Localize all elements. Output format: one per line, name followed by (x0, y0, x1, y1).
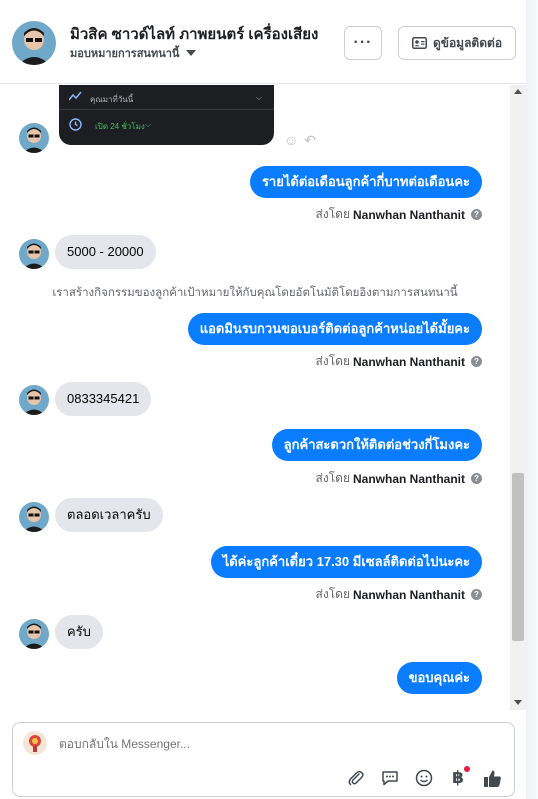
composer-area: ฿ (0, 710, 526, 799)
thread-scrollbar[interactable] (510, 85, 526, 710)
chevron-down-icon: ⌵ (255, 93, 262, 102)
emoji-icon[interactable] (414, 768, 434, 788)
info-icon[interactable]: ? (471, 356, 482, 367)
incoming-message[interactable]: 0833345421 (55, 382, 152, 416)
sender-avatar (19, 502, 49, 532)
outgoing-message[interactable]: แอดมินรบกวนขอเบอร์ติดต่อลูกค้าหน่อยได้มั… (187, 313, 482, 345)
clock-icon (69, 118, 82, 131)
outgoing-message[interactable]: รายได้ต่อเดือนลูกค้ากี่บาทต่อเดือนคะ (249, 166, 482, 198)
thumbs-up-icon[interactable] (482, 768, 502, 788)
view-contact-label: ดูข้อมูลติดต่อ (432, 35, 503, 50)
incoming-message[interactable]: ตลอดเวลาครับ (55, 498, 163, 532)
reply-composer[interactable]: ฿ (12, 722, 515, 797)
composer-toolbar: ฿ (346, 766, 502, 788)
reply-input[interactable] (59, 737, 359, 751)
card-hours-label: เปิด 24 ชั่วโมง (95, 122, 145, 131)
info-icon[interactable]: ? (471, 209, 482, 220)
payment-baht-icon[interactable]: ฿ (448, 766, 470, 788)
outgoing-message[interactable]: ขอบคุณค่ะ (396, 662, 482, 694)
sent-by-label: ส่งโดย Nanwhan Nanthanit ? (316, 585, 482, 604)
conversation-header: มิวสิค ซาวด์ไลท์ ภาพยนตร์ เครื่องเสียง ม… (0, 0, 526, 84)
message-thread: คุณมาที่วันนี้ ⌵ เปิด 24 ชั่วโมง ⌵ ☺ ↶ ร… (0, 85, 510, 710)
outgoing-message[interactable]: ได้ค่ะลูกค้าเดี๋ยว 17.30 มีเซลล์ติดต่อไป… (210, 546, 482, 578)
sender-avatar (19, 123, 49, 153)
sent-by-label: ส่งโดย Nanwhan Nanthanit ? (316, 352, 482, 371)
sender-avatar (19, 385, 49, 415)
outgoing-message[interactable]: ลูกค้าสะดวกให้ติดต่อช่วงกี่โมงคะ (271, 429, 482, 461)
info-icon[interactable]: ? (471, 473, 482, 484)
page-profile-avatar (23, 731, 47, 755)
shared-page-card[interactable]: คุณมาที่วันนี้ ⌵ เปิด 24 ชั่วโมง ⌵ (59, 85, 274, 145)
sent-by-label: ส่งโดย Nanwhan Nanthanit ? (316, 469, 482, 488)
page-title: มิวสิค ซาวด์ไลท์ ภาพยนตร์ เครื่องเสียง (70, 26, 319, 43)
system-note: เราสร้างกิจกรรมของลูกค้าเป้าหมายให้กับคุ… (52, 287, 458, 299)
card-row-label: คุณมาที่วันนี้ (90, 95, 134, 104)
sender-avatar (19, 239, 49, 269)
page-avatar[interactable] (12, 21, 56, 65)
notification-dot (464, 766, 470, 772)
incoming-message[interactable]: 5000 - 20000 (55, 235, 156, 269)
chevron-down-icon: ⌵ (145, 120, 152, 129)
reply-icon[interactable]: ↶ (304, 132, 316, 149)
more-options-button[interactable]: ··· (344, 26, 382, 60)
scroll-up-arrow-icon[interactable] (514, 89, 522, 94)
caret-down-icon (186, 50, 197, 56)
scrollbar-thumb[interactable] (512, 473, 524, 641)
attachment-icon[interactable] (346, 768, 366, 788)
sender-avatar (19, 619, 49, 649)
info-icon[interactable]: ? (471, 589, 482, 600)
incoming-message[interactable]: ครับ (55, 615, 103, 649)
emoji-react-icon[interactable]: ☺ (284, 132, 298, 149)
scroll-down-arrow-icon[interactable] (514, 700, 522, 705)
window-edge (526, 0, 538, 799)
saved-reply-icon[interactable] (380, 768, 400, 788)
sent-by-label: ส่งโดย Nanwhan Nanthanit ? (316, 205, 482, 224)
message-actions: ☺ ↶ (284, 132, 316, 149)
contact-card-icon (411, 37, 427, 49)
view-contact-button[interactable]: ดูข้อมูลติดต่อ (398, 26, 516, 60)
trend-line-icon (69, 91, 82, 101)
assign-label: มอบหมายการสนทนานี้ (70, 48, 180, 60)
assign-conversation-dropdown[interactable]: มอบหมายการสนทนานี้ (70, 44, 197, 62)
